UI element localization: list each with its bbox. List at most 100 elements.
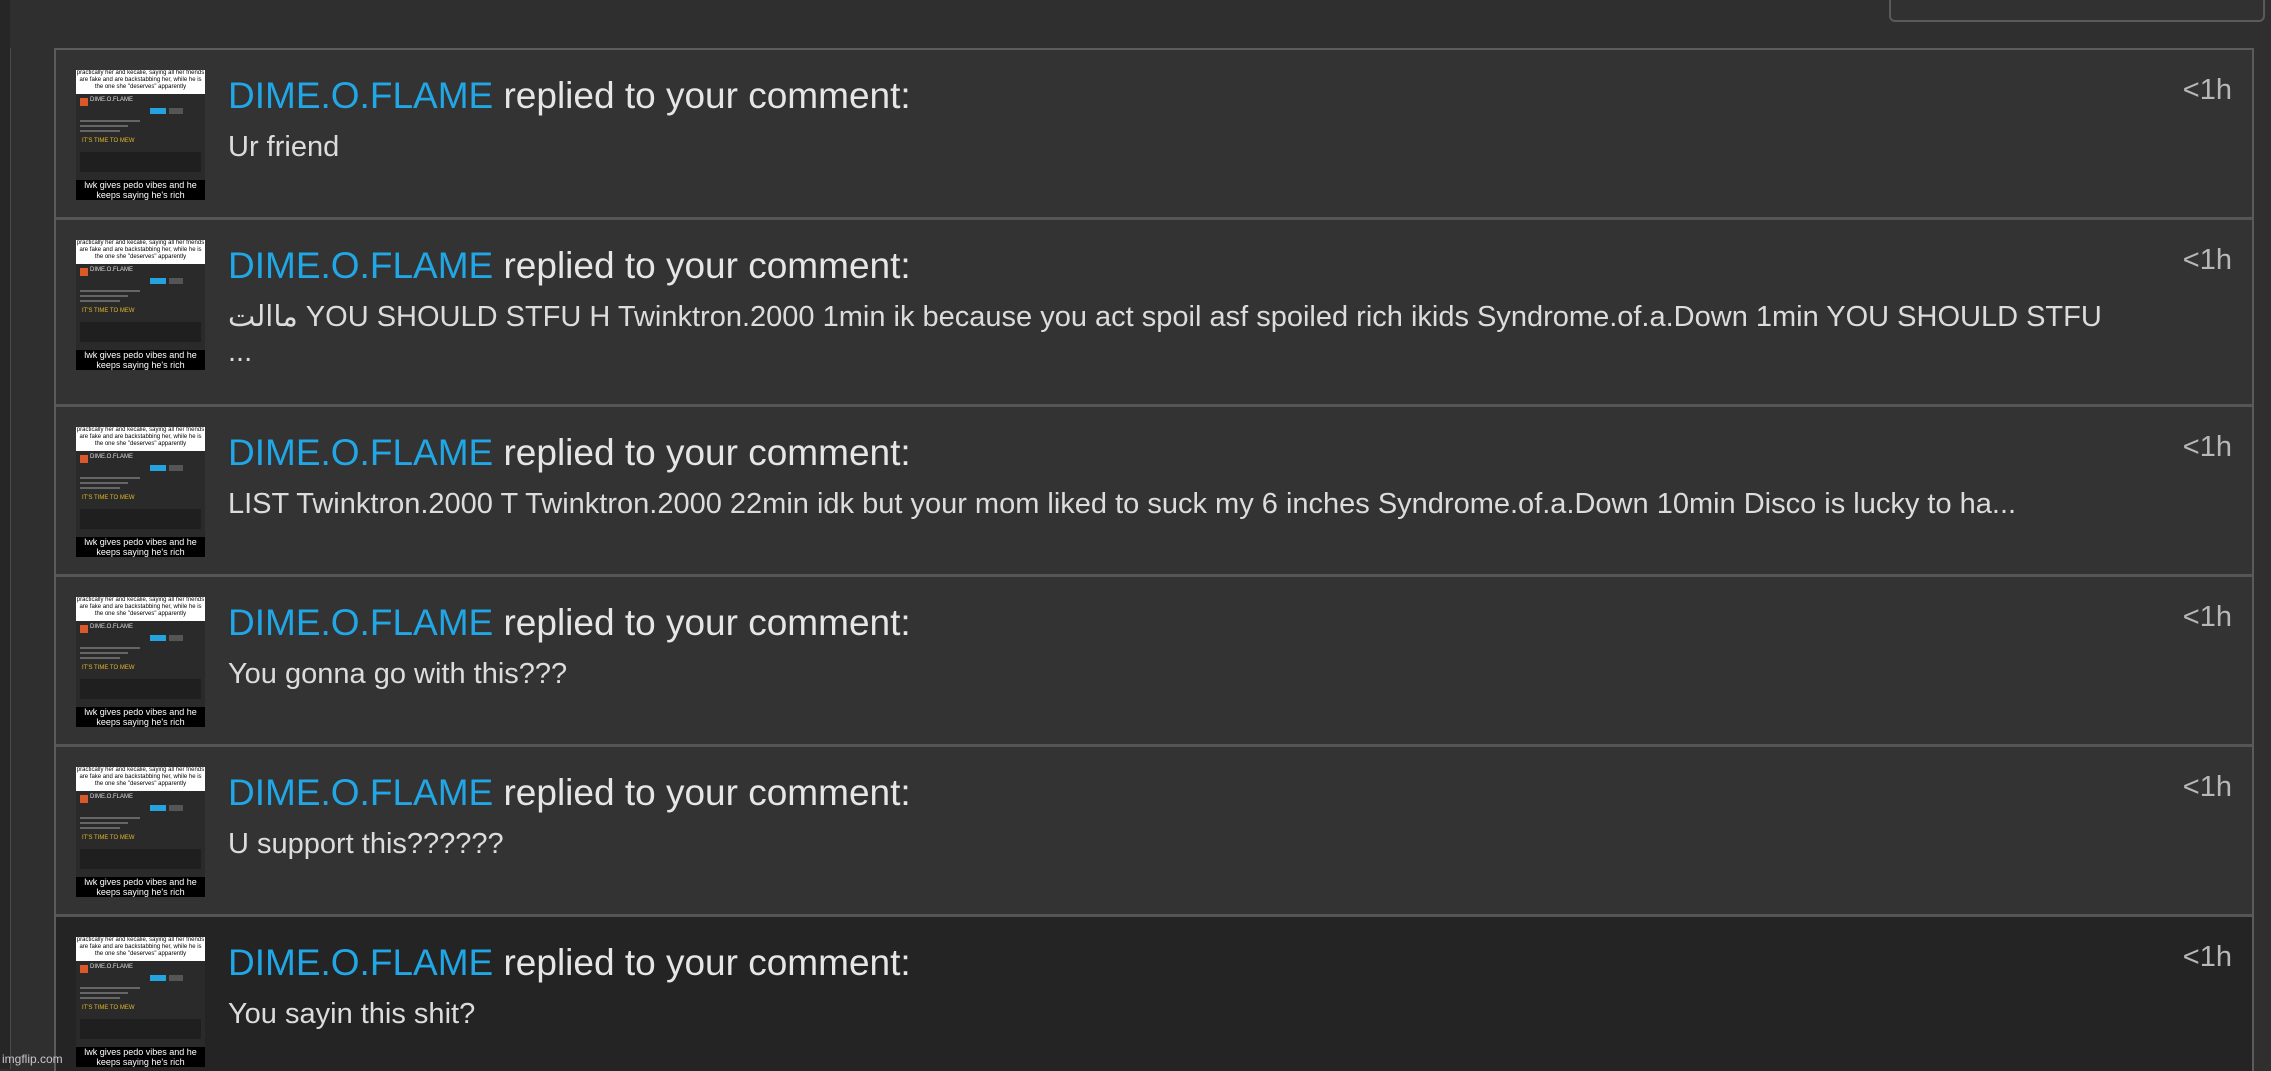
thumbnail-follow-chip bbox=[150, 805, 166, 811]
thumbnail-profile-preview: DIME.O.FLAME IT'S TIME TO MEW bbox=[76, 264, 205, 350]
thumbnail-line bbox=[80, 300, 120, 302]
username-link[interactable]: DIME.O.FLAME bbox=[228, 245, 493, 286]
thumbnail-menu-chip bbox=[169, 278, 183, 284]
top-dropdown[interactable] bbox=[1889, 0, 2265, 22]
thumbnail-follow-chip bbox=[150, 635, 166, 641]
notification-action-text: replied to your comment: bbox=[493, 942, 911, 983]
comment-preview[interactable]: You gonna go with this??? bbox=[228, 657, 2132, 692]
notification-content: DIME.O.FLAME replied to your comment: U … bbox=[228, 771, 2132, 862]
comment-preview[interactable]: LIST Twinktron.2000 T Twinktron.2000 22m… bbox=[228, 487, 2132, 522]
profile-emblem-icon bbox=[80, 625, 88, 633]
thumbnail-bottom-caption: lwk gives pedo vibes and he keeps saying… bbox=[76, 180, 205, 200]
thumbnail-line bbox=[80, 295, 128, 297]
notification-action-text: replied to your comment: bbox=[493, 245, 911, 286]
thumbnail-line bbox=[80, 827, 120, 829]
thumbnail-menu-chip bbox=[169, 108, 183, 114]
username-link[interactable]: DIME.O.FLAME bbox=[228, 772, 493, 813]
notification-content: DIME.O.FLAME replied to your comment: Ur… bbox=[228, 74, 2132, 165]
notification-headline: DIME.O.FLAME replied to your comment: bbox=[228, 74, 2132, 118]
thumbnail-top-caption: practically her and kecalie, saying all … bbox=[76, 427, 205, 451]
comment-preview[interactable]: You sayin this shit? bbox=[228, 997, 2132, 1032]
thumbnail-banner: IT'S TIME TO MEW bbox=[82, 835, 135, 841]
thumbnail-line bbox=[80, 290, 140, 292]
notification-action-text: replied to your comment: bbox=[493, 432, 911, 473]
thumbnail-profile-name: DIME.O.FLAME bbox=[90, 794, 134, 800]
comment-image-thumbnail[interactable]: practically her and kecalie, saying all … bbox=[76, 767, 205, 897]
thumbnail-line bbox=[80, 130, 120, 132]
thumbnail-banner: IT'S TIME TO MEW bbox=[82, 138, 135, 144]
thumbnail-bottom-caption: lwk gives pedo vibes and he keeps saying… bbox=[76, 707, 205, 727]
notification-item[interactable]: practically her and kecalie, saying all … bbox=[56, 917, 2252, 1071]
username-link[interactable]: DIME.O.FLAME bbox=[228, 75, 493, 116]
thumbnail-banner: IT'S TIME TO MEW bbox=[82, 308, 135, 314]
thumbnail-line bbox=[80, 482, 128, 484]
comment-preview[interactable]: ماالت YOU SHOULD STFU H Twinktron.2000 1… bbox=[228, 300, 2132, 370]
thumbnail-line bbox=[80, 120, 140, 122]
thumbnail-profile-preview: DIME.O.FLAME IT'S TIME TO MEW bbox=[76, 961, 205, 1047]
thumbnail-line bbox=[80, 987, 140, 989]
username-link[interactable]: DIME.O.FLAME bbox=[228, 942, 493, 983]
thumbnail-top-caption: practically her and kecalie, saying all … bbox=[76, 937, 205, 961]
top-bar bbox=[10, 0, 2271, 48]
profile-emblem-icon bbox=[80, 965, 88, 973]
thumbnail-line bbox=[80, 477, 140, 479]
thumbnail-banner: IT'S TIME TO MEW bbox=[82, 665, 135, 671]
thumbnail-line bbox=[80, 992, 128, 994]
notification-item[interactable]: practically her and kecalie, saying all … bbox=[56, 577, 2252, 747]
thumbnail-banner: IT'S TIME TO MEW bbox=[82, 1005, 135, 1011]
username-link[interactable]: DIME.O.FLAME bbox=[228, 432, 493, 473]
notification-item[interactable]: practically her and kecalie, saying all … bbox=[56, 50, 2252, 220]
notification-content: DIME.O.FLAME replied to your comment: Yo… bbox=[228, 941, 2132, 1032]
thumbnail-profile-name: DIME.O.FLAME bbox=[90, 97, 134, 103]
thumbnail-follow-chip bbox=[150, 108, 166, 114]
notification-item[interactable]: practically her and kecalie, saying all … bbox=[56, 747, 2252, 917]
thumbnail-follow-chip bbox=[150, 465, 166, 471]
profile-emblem-icon bbox=[80, 98, 88, 106]
thumbnail-top-caption: practically her and kecalie, saying all … bbox=[76, 767, 205, 791]
thumbnail-stats-box bbox=[80, 849, 201, 869]
thumbnail-follow-chip bbox=[150, 278, 166, 284]
thumbnail-bottom-caption: lwk gives pedo vibes and he keeps saying… bbox=[76, 350, 205, 370]
thumbnail-line bbox=[80, 657, 120, 659]
thumbnail-menu-chip bbox=[169, 635, 183, 641]
notification-headline: DIME.O.FLAME replied to your comment: bbox=[228, 771, 2132, 815]
notification-timestamp: <1h bbox=[2182, 244, 2232, 276]
notification-content: DIME.O.FLAME replied to your comment: Yo… bbox=[228, 601, 2132, 692]
thumbnail-stats-box bbox=[80, 322, 201, 342]
thumbnail-profile-preview: DIME.O.FLAME IT'S TIME TO MEW bbox=[76, 791, 205, 877]
comment-preview[interactable]: Ur friend bbox=[228, 130, 2132, 165]
comment-preview[interactable]: U support this?????? bbox=[228, 827, 2132, 862]
notification-headline: DIME.O.FLAME replied to your comment: bbox=[228, 244, 2132, 288]
thumbnail-profile-preview: DIME.O.FLAME IT'S TIME TO MEW bbox=[76, 94, 205, 180]
username-link[interactable]: DIME.O.FLAME bbox=[228, 602, 493, 643]
comment-image-thumbnail[interactable]: practically her and kecalie, saying all … bbox=[76, 937, 205, 1067]
thumbnail-top-caption: practically her and kecalie, saying all … bbox=[76, 240, 205, 264]
thumbnail-line bbox=[80, 647, 140, 649]
thumbnail-menu-chip bbox=[169, 975, 183, 981]
left-edge bbox=[0, 0, 11, 1069]
notification-item[interactable]: practically her and kecalie, saying all … bbox=[56, 407, 2252, 577]
imgflip-watermark: imgflip.com bbox=[2, 1052, 63, 1066]
notification-action-text: replied to your comment: bbox=[493, 772, 911, 813]
thumbnail-menu-chip bbox=[169, 465, 183, 471]
notification-headline: DIME.O.FLAME replied to your comment: bbox=[228, 601, 2132, 645]
notification-timestamp: <1h bbox=[2182, 771, 2232, 803]
notification-item[interactable]: practically her and kecalie, saying all … bbox=[56, 220, 2252, 407]
thumbnail-bottom-caption: lwk gives pedo vibes and he keeps saying… bbox=[76, 1047, 205, 1067]
thumbnail-profile-name: DIME.O.FLAME bbox=[90, 624, 134, 630]
profile-emblem-icon bbox=[80, 268, 88, 276]
comment-image-thumbnail[interactable]: practically her and kecalie, saying all … bbox=[76, 240, 205, 370]
thumbnail-stats-box bbox=[80, 509, 201, 529]
thumbnail-line bbox=[80, 822, 128, 824]
thumbnail-line bbox=[80, 487, 120, 489]
notification-content: DIME.O.FLAME replied to your comment: ما… bbox=[228, 244, 2132, 370]
comment-image-thumbnail[interactable]: practically her and kecalie, saying all … bbox=[76, 597, 205, 727]
comment-image-thumbnail[interactable]: practically her and kecalie, saying all … bbox=[76, 427, 205, 557]
notification-timestamp: <1h bbox=[2182, 601, 2232, 633]
thumbnail-bottom-caption: lwk gives pedo vibes and he keeps saying… bbox=[76, 537, 205, 557]
notification-headline: DIME.O.FLAME replied to your comment: bbox=[228, 431, 2132, 475]
thumbnail-line bbox=[80, 817, 140, 819]
comment-image-thumbnail[interactable]: practically her and kecalie, saying all … bbox=[76, 70, 205, 200]
thumbnail-follow-chip bbox=[150, 975, 166, 981]
thumbnail-top-caption: practically her and kecalie, saying all … bbox=[76, 70, 205, 94]
